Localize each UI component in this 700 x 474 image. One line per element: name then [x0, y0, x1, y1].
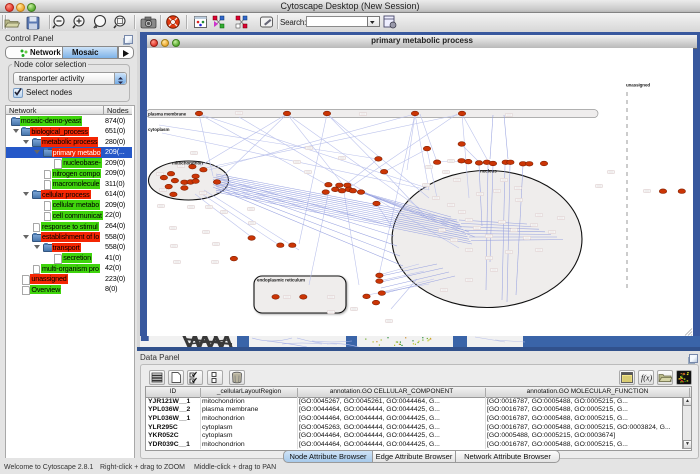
svg-text:f(x): f(x) [641, 374, 652, 383]
svg-text:cytoplasm: cytoplasm [148, 127, 169, 132]
svg-text:endoplasmic reticulum: endoplasmic reticulum [257, 278, 305, 283]
svg-text:nucleus: nucleus [480, 169, 497, 174]
svg-text:unassigned: unassigned [626, 83, 650, 88]
svg-text:plasma membrane: plasma membrane [148, 112, 187, 117]
svg-text:mitochondrion: mitochondrion [172, 161, 203, 166]
